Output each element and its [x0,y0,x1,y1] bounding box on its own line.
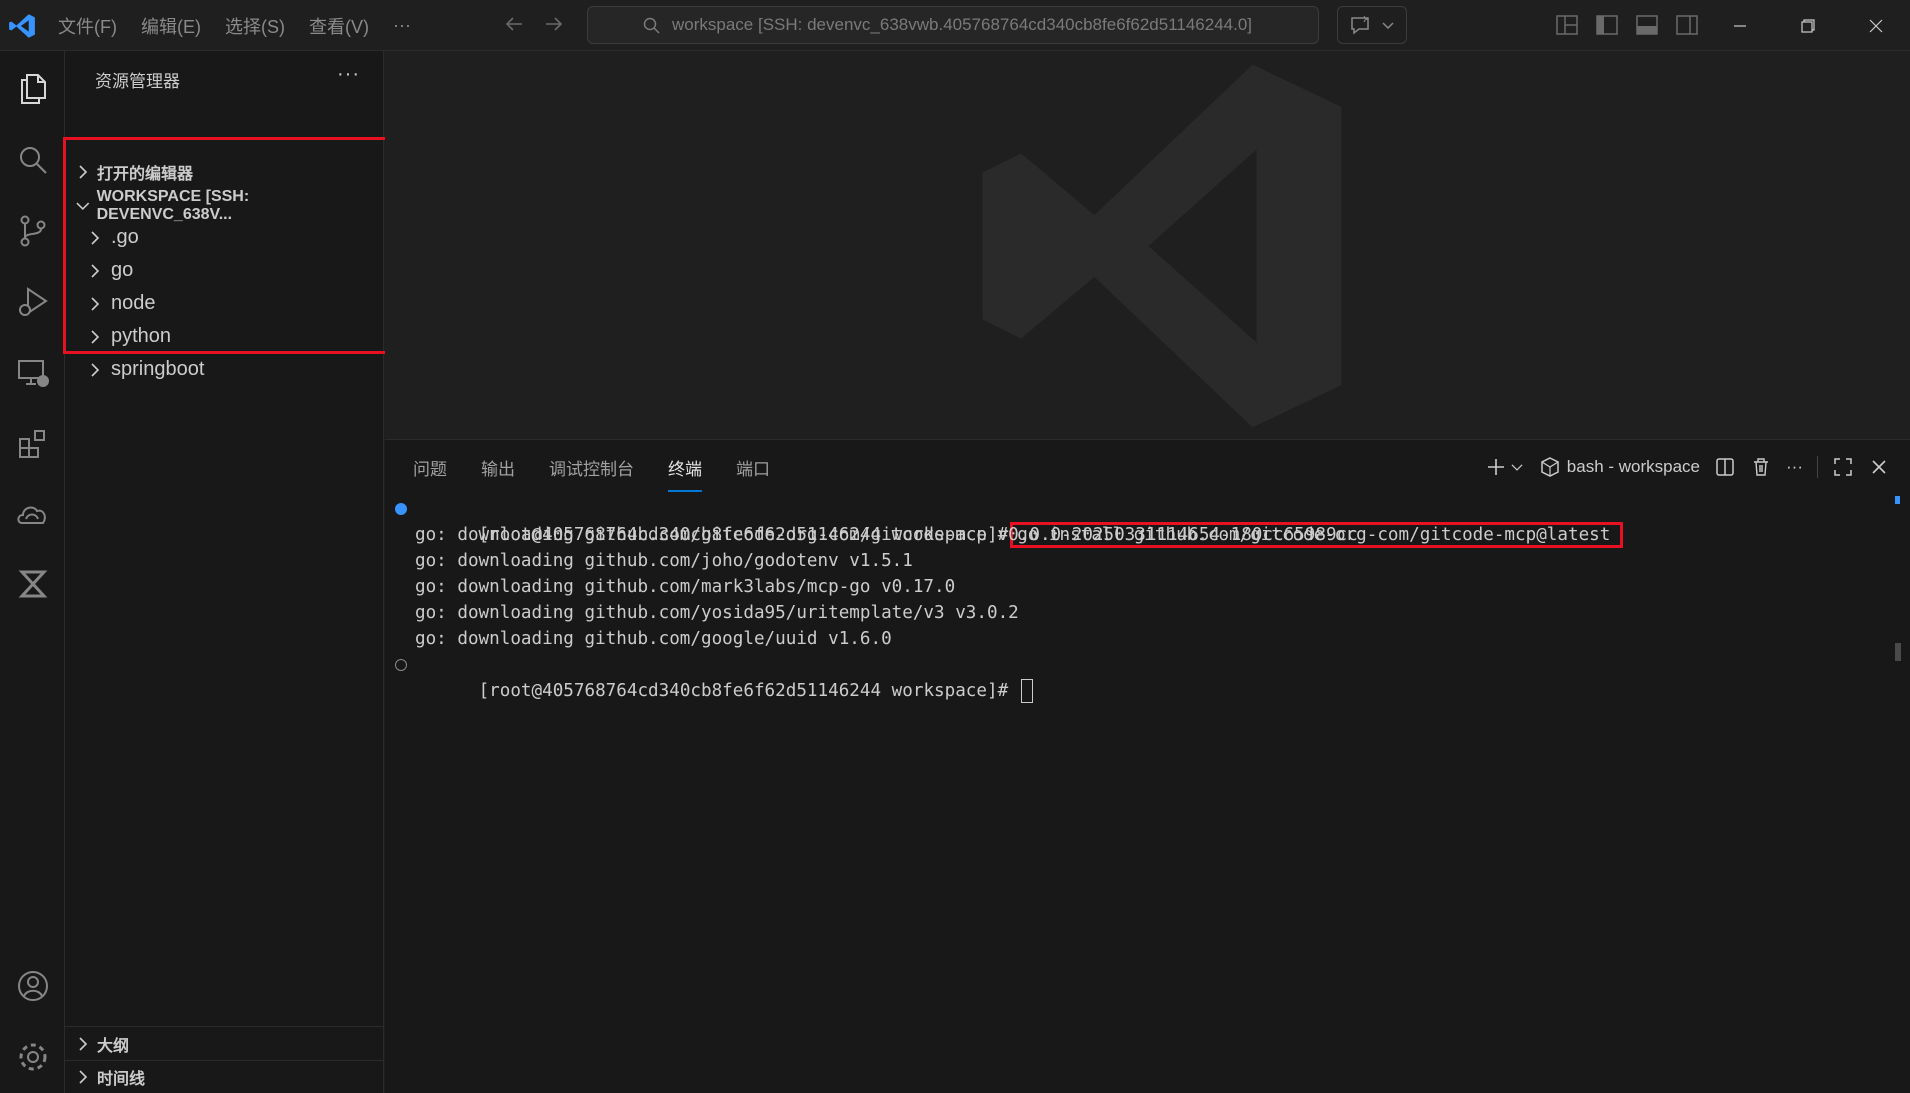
run-debug-icon [18,287,48,316]
trash-icon[interactable] [1750,456,1772,478]
prompt-decoration [395,659,407,671]
terminal-output[interactable]: [root@405768764cd340cb8fe6f62d51146244 w… [395,496,1885,703]
menu-bar: 文件(F) 编辑(E) 选择(S) 查看(V) ··· [58,0,411,51]
copilot-button[interactable] [1337,6,1407,44]
close-icon [1869,19,1883,32]
toggle-panel-icon[interactable] [1634,12,1660,38]
tab-problems[interactable]: 问题 [413,449,447,486]
terminal-output-line: go: downloading github.com/google/uuid v… [415,629,892,649]
folder-label: springboot [111,358,205,380]
ai-assistant-icon [18,570,47,598]
settings-button[interactable] [0,1027,65,1087]
search-text: workspace [SSH: devenvc_638vwb.405768764… [672,15,1253,34]
extensions-icon [18,430,45,458]
account-icon [17,971,48,1001]
ai-assistant-button[interactable] [0,554,65,614]
command-success-decoration [395,503,407,515]
search-icon [19,147,47,174]
tab-ports[interactable]: 端口 [736,449,770,486]
editor-area [385,51,1910,439]
terminal-cursor [1020,679,1033,703]
timeline-section[interactable]: 时间线 [65,1061,383,1093]
chevron-right-icon [79,1070,88,1084]
toggle-secondary-sidebar-icon[interactable] [1674,12,1700,38]
terminal-prompt: [root@405768764cd340cb8fe6f62d51146244 w… [478,681,1009,701]
gear-icon [19,1043,46,1071]
timeline-label: 时间线 [97,1071,146,1088]
minimize-icon [1734,24,1746,27]
panel-actions: bash - workspace ··· [1485,452,1890,482]
sidebar-title: 资源管理器 [95,72,180,91]
minimize-button[interactable] [1706,0,1774,51]
restore-icon [1801,18,1815,33]
close-panel-icon[interactable] [1868,456,1890,478]
search-icon [643,17,660,34]
chevron-right-icon [79,1037,88,1051]
customize-layout-icon[interactable] [1554,12,1580,38]
chevron-down-icon [1382,22,1394,30]
toggle-sidebar-icon[interactable] [1594,12,1620,38]
terminal-shell-icon [1541,457,1559,477]
outline-section[interactable]: 大纲 [65,1028,383,1060]
split-terminal-icon[interactable] [1714,456,1736,478]
menu-edit[interactable]: 编辑(E) [141,13,201,39]
layout-controls [1554,12,1700,38]
menu-selection[interactable]: 选择(S) [225,13,285,39]
terminal-name: bash - workspace [1566,457,1701,476]
accounts-button[interactable] [0,956,65,1016]
terminal-command-line: [root@405768764cd340cb8fe6f62d51146244 w… [395,496,1885,548]
chevron-right-icon [91,362,100,377]
command-center-search[interactable]: workspace [SSH: devenvc_638vwb.405768764… [587,6,1319,44]
nav-buttons [502,12,566,36]
vscode-watermark-icon [982,64,1342,428]
back-arrow-icon[interactable] [502,12,526,36]
panel-more-button[interactable]: ··· [1786,457,1803,477]
menu-view[interactable]: 查看(V) [309,13,369,39]
bottom-panel: 问题 输出 调试控制台 终端 端口 bash - workspace ··· [… [385,439,1910,1093]
extensions-button[interactable] [0,414,65,474]
activity-bar [0,51,65,1093]
search-button[interactable] [0,130,65,190]
forward-arrow-icon[interactable] [542,12,566,36]
remote-explorer-icon [17,360,49,387]
run-debug-button[interactable] [0,272,65,332]
tab-output[interactable]: 输出 [481,449,515,486]
tab-terminal[interactable]: 终端 [668,449,702,492]
terminal-output-line: go: downloading github.com/yosida95/urit… [415,603,1019,623]
remote-explorer-button[interactable] [0,343,65,403]
explorer-sidebar: 资源管理器 ··· 打开的编辑器 WORKSPACE [SSH: DEVENVC… [63,51,389,1093]
menu-file[interactable]: 文件(F) [58,13,117,39]
vscode-logo-icon [9,14,35,38]
explorer-button[interactable] [0,58,65,118]
terminal-prompt-line: [root@405768764cd340cb8fe6f62d51146244 w… [395,652,1885,703]
workspace-highlight-box [63,137,389,354]
new-terminal-icon[interactable] [1485,456,1507,478]
terminal-output-line: go: downloading github.com/mark3labs/mcp… [415,577,956,597]
outline-label: 大纲 [97,1038,130,1055]
section-divider [65,1026,383,1027]
folder-springboot[interactable]: springboot [65,353,383,386]
terminal-scrollbar[interactable] [1895,643,1901,661]
tab-debug-console[interactable]: 调试控制台 [549,449,634,486]
sidebar-more-button[interactable]: ··· [337,63,360,86]
terminal-selector[interactable]: bash - workspace [1539,456,1700,478]
chevron-down-icon[interactable] [1509,459,1525,475]
files-icon [20,74,46,104]
source-control-button[interactable] [0,201,65,261]
scrollbar-marker [1895,496,1900,504]
terminal-output-line: go: downloading github.com/joho/godotenv… [415,551,913,571]
close-button[interactable] [1842,0,1910,51]
maximize-panel-icon[interactable] [1832,456,1854,478]
title-bar: 文件(F) 编辑(E) 选择(S) 查看(V) ··· workspace [S… [0,0,1910,51]
window-controls [1706,0,1910,51]
menu-more[interactable]: ··· [393,15,411,36]
panel-tabs: 问题 输出 调试控制台 终端 端口 [413,440,770,494]
terminal-output-line: go: downloading github.com/gitcode-org-c… [415,525,1358,545]
cloud-icon [16,506,46,524]
chat-icon [1351,15,1369,35]
cloud-button[interactable] [0,484,65,544]
separator [1817,456,1818,478]
restore-button[interactable] [1774,0,1842,51]
source-control-icon [20,215,45,247]
